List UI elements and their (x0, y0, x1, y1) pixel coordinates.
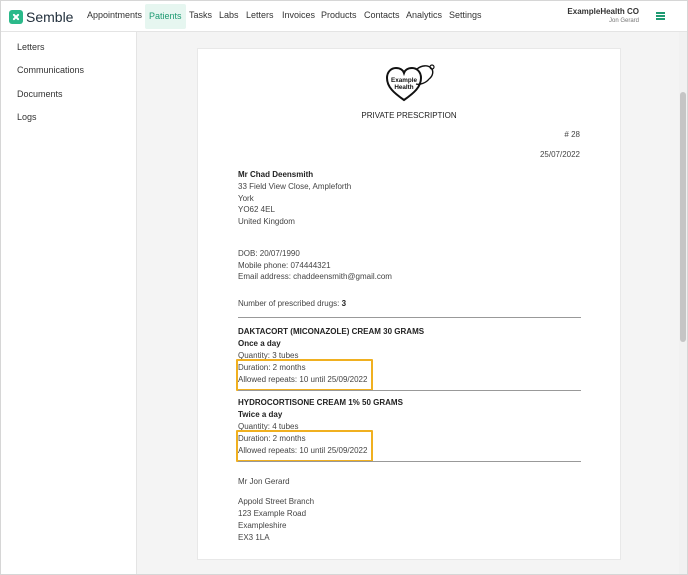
divider (238, 317, 581, 318)
nav-labs[interactable]: Labs (219, 10, 239, 20)
prescription-number: # 28 (564, 130, 580, 139)
drug-count-line: Number of prescribed drugs: 3 (238, 299, 346, 308)
logo-text-example: Example (391, 77, 417, 84)
scrollbar-thumb[interactable] (680, 92, 686, 342)
nav-letters[interactable]: Letters (246, 10, 274, 20)
drug-2-highlight-box (236, 430, 373, 462)
logo-text: Semble (26, 9, 74, 25)
prescription-title: PRIVATE PRESCRIPTION (361, 111, 457, 120)
drug-count-value: 3 (341, 299, 347, 308)
app-window: Semble Appointments Patients Tasks Labs … (0, 0, 688, 575)
drug-2-frequency: Twice a day (238, 410, 283, 419)
semble-logo-icon (9, 10, 23, 24)
nav-patients[interactable]: Patients (145, 4, 186, 29)
user-name[interactable]: Jon Gerard (609, 18, 639, 24)
patient-address-line-1: 33 Field View Close, Ampleforth (238, 182, 352, 191)
organization-name[interactable]: ExampleHealth CO (567, 7, 639, 16)
logo-text-health: Health (394, 84, 413, 91)
prescription-date: 25/07/2022 (539, 150, 580, 159)
prescriber-name: Mr Jon Gerard (238, 477, 290, 486)
patient-email: Email address: chaddeensmith@gmail.com (238, 272, 392, 281)
semble-logo[interactable]: Semble (9, 9, 73, 25)
example-health-logo: Example Health (385, 64, 435, 102)
sidebar-item-letters[interactable]: Letters (17, 42, 45, 52)
nav-contacts[interactable]: Contacts (364, 10, 400, 20)
nav-products[interactable]: Products (321, 10, 357, 20)
top-navigation: Semble Appointments Patients Tasks Labs … (1, 1, 687, 32)
prescriber-address-line-4: EX3 1LA (238, 533, 270, 542)
patient-address-line-4: United Kingdom (238, 217, 295, 226)
divider (238, 390, 581, 391)
scrollbar-track[interactable] (679, 32, 687, 574)
nav-tasks[interactable]: Tasks (189, 10, 212, 20)
patient-dob: DOB: 20/07/1990 (238, 249, 300, 258)
prescription-document: Example Health PRIVATE PRESCRIPTION # 28… (197, 48, 621, 560)
prescriber-address-line-1: Appold Street Branch (238, 497, 315, 506)
prescriber-address-line-3: Exampleshire (238, 521, 287, 530)
drug-1-frequency: Once a day (238, 339, 281, 348)
sidebar-item-communications[interactable]: Communications (17, 65, 84, 75)
prescriber-address-line-2: 123 Example Road (238, 509, 307, 518)
patient-name: Mr Chad Deensmith (238, 170, 314, 179)
hamburger-menu-icon[interactable] (656, 12, 665, 20)
sidebar: Letters Communications Documents Logs (1, 32, 137, 574)
sidebar-item-logs[interactable]: Logs (17, 112, 37, 122)
drug-1-name: DAKTACORT (MICONAZOLE) CREAM 30 GRAMS (238, 327, 425, 336)
nav-analytics[interactable]: Analytics (406, 10, 442, 20)
drug-1-highlight-box (236, 359, 373, 391)
drug-2-name: HYDROCORTISONE CREAM 1% 50 GRAMS (238, 398, 403, 407)
sidebar-item-documents[interactable]: Documents (17, 89, 63, 99)
divider (238, 461, 581, 462)
nav-invoices[interactable]: Invoices (282, 10, 315, 20)
patient-address-line-3: YO62 4EL (238, 205, 275, 214)
patient-mobile: Mobile phone: 074444321 (238, 261, 331, 270)
patient-address-line-2: York (238, 194, 254, 203)
nav-appointments[interactable]: Appointments (87, 10, 142, 20)
nav-settings[interactable]: Settings (449, 10, 482, 20)
drug-count-label: Number of prescribed drugs: (238, 299, 340, 308)
